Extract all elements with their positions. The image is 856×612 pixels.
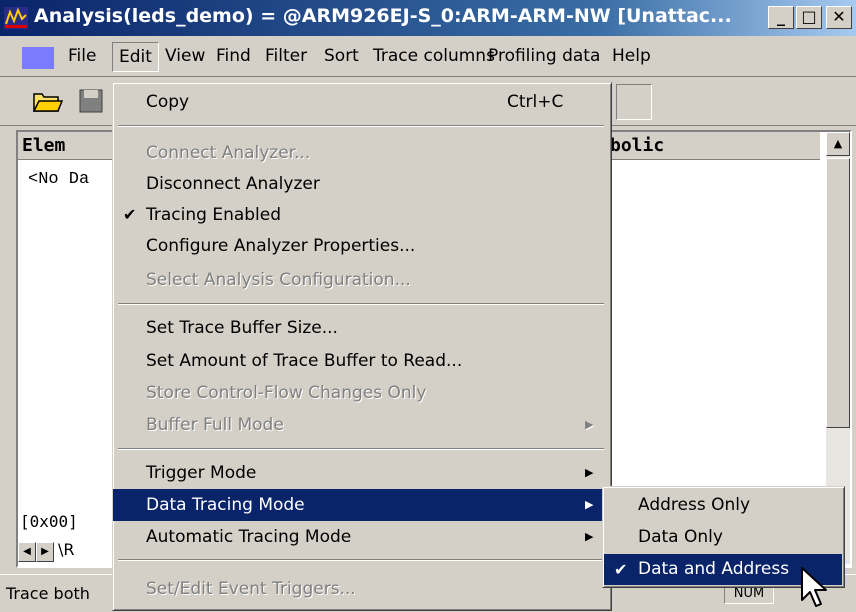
menu-edit[interactable]: Edit xyxy=(112,42,159,72)
menu-item-label: Address Only xyxy=(638,495,751,515)
menu-item-buffer-full-mode: Buffer Full Mode ▶ xyxy=(113,409,609,441)
submenu-arrow-icon: ▶ xyxy=(585,418,594,431)
menu-separator xyxy=(118,448,604,450)
app-icon xyxy=(4,7,28,29)
window-title: Analysis(leds_demo) = @ARM926EJ-S_0:ARM-… xyxy=(34,5,732,27)
menu-item-store-control-flow: Store Control-Flow Changes Only xyxy=(113,377,609,409)
sheet-tab[interactable]: \R xyxy=(58,540,75,559)
scroll-up-arrow-icon[interactable]: ▲ xyxy=(826,132,850,156)
menu-separator xyxy=(118,125,604,127)
menu-item-copy[interactable]: Copy Ctrl+C xyxy=(113,86,609,118)
shortcut-label: Ctrl+C xyxy=(507,92,564,112)
close-button[interactable]: ✕ xyxy=(826,6,852,29)
menu-item-label: Select Analysis Configuration... xyxy=(146,270,411,290)
submenu-arrow-icon: ▶ xyxy=(585,530,594,543)
menu-item-tracing-enabled[interactable]: ✔ Tracing Enabled xyxy=(113,199,609,231)
menu-item-label: Tracing Enabled xyxy=(146,205,282,225)
menu-item-disconnect-analyzer[interactable]: Disconnect Analyzer xyxy=(113,168,609,200)
menu-item-configure-analyzer[interactable]: Configure Analyzer Properties... xyxy=(113,230,609,262)
menu-separator xyxy=(118,559,604,561)
address-label: [0x00] xyxy=(20,512,78,531)
menu-item-label: Configure Analyzer Properties... xyxy=(146,236,416,256)
scrollbar-thumb[interactable] xyxy=(826,158,850,428)
menu-view[interactable]: View xyxy=(159,42,211,70)
submenu-item-address-only[interactable]: Address Only xyxy=(604,490,842,521)
menu-item-automatic-tracing-mode[interactable]: Automatic Tracing Mode ▶ xyxy=(113,521,609,553)
menu-sort[interactable]: Sort xyxy=(318,42,365,70)
column-header-symbolic[interactable]: bolic xyxy=(606,132,820,160)
menu-item-label: Automatic Tracing Mode xyxy=(146,527,352,547)
submenu-arrow-icon: ▶ xyxy=(585,466,594,479)
menu-item-label: Connect Analyzer... xyxy=(146,143,311,163)
menu-file[interactable]: File xyxy=(62,42,102,70)
menu-separator xyxy=(118,303,604,305)
mouse-cursor-icon xyxy=(801,567,827,607)
menu-item-label: Copy xyxy=(146,92,190,112)
menu-item-label: Buffer Full Mode xyxy=(146,415,284,435)
submenu-arrow-icon: ▶ xyxy=(585,498,594,511)
menu-filter[interactable]: Filter xyxy=(259,42,313,70)
menu-item-label: Trigger Mode xyxy=(146,463,257,483)
open-folder-icon[interactable] xyxy=(30,84,64,118)
menu-item-label: Set Amount of Trace Buffer to Read... xyxy=(146,351,463,371)
menu-item-set-edit-event-triggers: Set/Edit Event Triggers... xyxy=(113,573,609,605)
status-text: Trace both xyxy=(6,584,90,603)
toolbar-field[interactable] xyxy=(616,84,652,120)
checkmark-icon: ✔ xyxy=(123,205,137,224)
menu-item-label: Store Control-Flow Changes Only xyxy=(146,383,427,403)
tab-scroll-left-icon[interactable]: ◀ xyxy=(18,542,36,562)
minimize-button[interactable]: _ xyxy=(768,6,794,29)
menu-item-set-amount-trace-buffer[interactable]: Set Amount of Trace Buffer to Read... xyxy=(113,345,609,377)
tab-scroll-right-icon[interactable]: ▶ xyxy=(36,542,54,562)
menu-item-connect-analyzer: Connect Analyzer... xyxy=(113,137,609,169)
menu-item-label: Disconnect Analyzer xyxy=(146,174,320,194)
menu-item-label: Set/Edit Event Triggers... xyxy=(146,579,356,599)
menu-item-label: Set Trace Buffer Size... xyxy=(146,318,338,338)
menu-item-select-analysis-config: Select Analysis Configuration... xyxy=(113,264,609,296)
window-menu-icon[interactable] xyxy=(22,47,54,69)
menu-item-set-trace-buffer-size[interactable]: Set Trace Buffer Size... xyxy=(113,312,609,344)
menu-item-label: Data and Address xyxy=(638,559,790,579)
maximize-button[interactable]: □ xyxy=(796,6,822,29)
menu-trace-columns[interactable]: Trace columns xyxy=(367,42,501,70)
no-data-text: <No Da xyxy=(28,170,90,189)
submenu-item-data-only[interactable]: Data Only xyxy=(604,522,842,553)
menu-find[interactable]: Find xyxy=(210,42,257,70)
save-icon[interactable] xyxy=(74,84,108,118)
menu-help[interactable]: Help xyxy=(606,42,657,70)
menu-item-label: Data Only xyxy=(638,527,723,547)
menu-item-trigger-mode[interactable]: Trigger Mode ▶ xyxy=(113,457,609,489)
menu-item-data-tracing-mode[interactable]: Data Tracing Mode ▶ xyxy=(113,489,609,521)
menu-profiling-data[interactable]: Profiling data xyxy=(482,42,606,70)
menu-item-label: Data Tracing Mode xyxy=(146,495,305,515)
checkmark-icon: ✔ xyxy=(614,560,628,579)
